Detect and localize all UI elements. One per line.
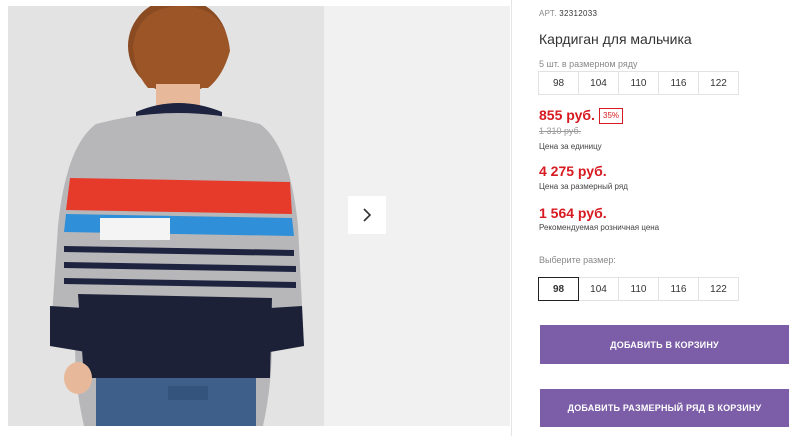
article-label: АРТ. — [539, 9, 557, 18]
article-value: 32312033 — [559, 9, 598, 18]
product-image — [8, 6, 324, 426]
size-option-104[interactable]: 104 — [578, 277, 619, 301]
choose-size-label: Выберите размер: — [539, 255, 616, 265]
size-row-hint: 5 шт. в размерном ряду — [539, 59, 638, 69]
article-number: АРТ. 32312033 — [539, 9, 597, 18]
add-size-row-to-cart-button[interactable]: ДОБАВИТЬ РАЗМЕРНЫЙ РЯД В КОРЗИНУ — [540, 389, 789, 427]
discount-badge: 35% — [599, 108, 624, 124]
row-price: 4 275 руб. — [539, 163, 607, 179]
chevron-right-icon — [363, 208, 372, 222]
retail-price: 1 564 руб. — [539, 205, 607, 221]
size-row-item: 116 — [658, 71, 699, 95]
product-photo — [8, 6, 324, 426]
size-option-116[interactable]: 116 — [658, 277, 699, 301]
size-row-list: 98 104 110 116 122 — [538, 71, 739, 95]
product-title: Кардиган для мальчика — [539, 31, 692, 47]
unit-price-caption: Цена за единицу — [539, 142, 602, 151]
gallery-next-button[interactable] — [348, 196, 386, 234]
column-divider — [511, 0, 512, 436]
size-option-110[interactable]: 110 — [618, 277, 659, 301]
row-price-caption: Цена за размерный ряд — [539, 182, 628, 191]
retail-price-caption: Рекомендуемая розничная цена — [539, 223, 660, 232]
size-row-item: 104 — [578, 71, 619, 95]
size-option-122[interactable]: 122 — [698, 277, 739, 301]
size-row-item: 98 — [538, 71, 579, 95]
size-option-98[interactable]: 98 — [538, 277, 579, 301]
unit-price: 855 руб. — [539, 107, 595, 123]
size-row-item: 122 — [698, 71, 739, 95]
old-price: 1 310 руб. — [539, 126, 582, 136]
add-to-cart-button[interactable]: ДОБАВИТЬ В КОРЗИНУ — [540, 325, 789, 364]
size-row-item: 110 — [618, 71, 659, 95]
size-selector: 98 104 110 116 122 — [538, 277, 739, 301]
